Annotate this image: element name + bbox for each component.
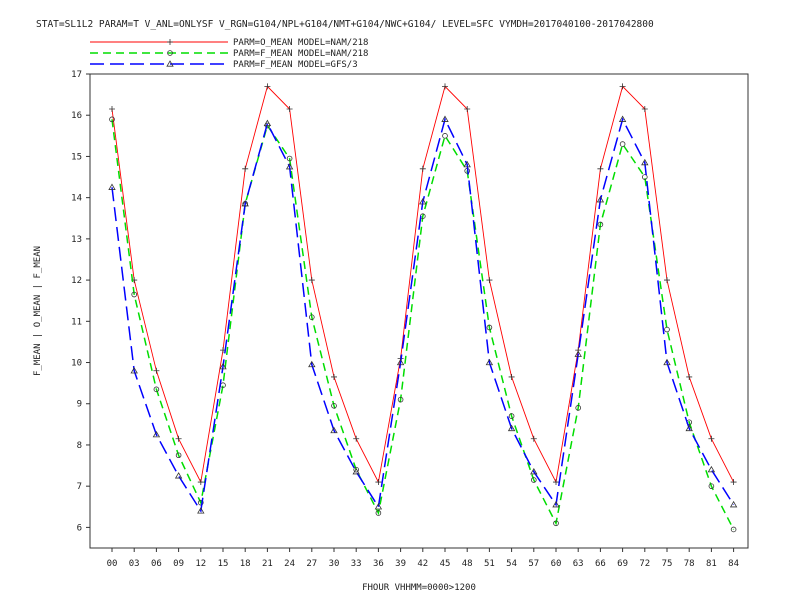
data-point (708, 435, 715, 442)
x-tick-label: 30 (329, 559, 340, 569)
x-tick-label: 60 (551, 559, 562, 569)
legend-label: PARM=F_MEAN MODEL=GFS/3 (233, 60, 358, 70)
x-tick-label: 03 (129, 559, 140, 569)
data-point (486, 277, 493, 284)
x-tick-label: 39 (395, 559, 406, 569)
y-tick-label: 16 (71, 111, 82, 121)
y-tick-label: 17 (71, 70, 82, 80)
y-tick-label: 13 (71, 235, 82, 245)
data-point (153, 367, 160, 374)
data-point (175, 435, 182, 442)
x-tick-label: 81 (706, 559, 717, 569)
y-tick-label: 9 (77, 400, 82, 410)
x-tick-label: 75 (662, 559, 673, 569)
x-tick-label: 57 (528, 559, 539, 569)
x-tick-label: 69 (617, 559, 628, 569)
data-point (575, 347, 582, 354)
y-tick-label: 11 (71, 317, 82, 327)
y-tick-label: 7 (77, 482, 82, 492)
legend-label: PARM=F_MEAN MODEL=NAM/218 (233, 49, 368, 59)
data-point (664, 277, 670, 284)
series-group (108, 83, 738, 533)
data-point (553, 479, 559, 486)
data-point (530, 435, 537, 442)
series-2 (109, 116, 737, 533)
x-tick-label: 09 (173, 559, 184, 569)
x-tick-label: 12 (195, 559, 206, 569)
data-point (109, 106, 115, 113)
data-point (331, 373, 337, 380)
x-tick-label: 66 (595, 559, 606, 569)
data-point (707, 465, 716, 473)
series-line (111, 85, 735, 484)
x-axis: 00 03 06 09 12 15 18 21 24 27 30 33 36 39 42 45 48 51 54 57… (107, 548, 739, 569)
chart-canvas: STAT=SL1L2 PARAM=T V_ANL=ONLYSF V_RGN=G1… (33, 19, 749, 593)
data-point (664, 326, 670, 333)
x-tick-label: 27 (306, 559, 317, 569)
legend-label: PARM=O_MEAN MODEL=NAM/218 (233, 38, 368, 48)
x-tick-label: 48 (462, 559, 473, 569)
x-tick-label: 72 (639, 559, 650, 569)
x-tick-label: 00 (107, 559, 118, 569)
data-point (353, 435, 360, 442)
x-tick-label: 18 (240, 559, 251, 569)
data-point (508, 373, 515, 380)
y-tick-label: 6 (77, 523, 82, 533)
data-point (308, 277, 315, 284)
x-tick-label: 06 (151, 559, 162, 569)
x-tick-label: 24 (284, 559, 295, 569)
data-point (242, 165, 249, 172)
y-tick-label: 14 (71, 194, 82, 204)
x-tick-label: 42 (417, 559, 428, 569)
series-line (111, 117, 735, 513)
y-axis: 6 7 8 9 10 11 12 13 14 15 16 17 (71, 70, 90, 533)
data-point (419, 165, 426, 172)
x-tick-label: 54 (506, 559, 517, 569)
series-line (111, 119, 735, 530)
x-tick-label: 51 (484, 559, 495, 569)
x-axis-label: FHOUR VHHMM=0000>1200 (362, 583, 476, 593)
y-tick-label: 8 (77, 441, 82, 451)
data-point (375, 479, 382, 486)
x-tick-label: 15 (218, 559, 229, 569)
x-tick-label: 63 (573, 559, 584, 569)
x-tick-label: 21 (262, 559, 273, 569)
data-point (619, 141, 626, 147)
chart-title: STAT=SL1L2 PARAM=T V_ANL=ONLYSF V_RGN=G1… (36, 19, 654, 30)
series-1 (109, 83, 737, 486)
x-tick-label: 33 (351, 559, 362, 569)
data-point (686, 373, 693, 380)
data-point (730, 479, 737, 486)
y-tick-label: 15 (71, 152, 82, 162)
y-tick-label: 10 (71, 359, 82, 369)
x-tick-label: 78 (684, 559, 695, 569)
x-tick-label: 45 (440, 559, 451, 569)
data-point (197, 479, 204, 486)
y-axis-label: F_MEAN | O_MEAN | F_MEAN (33, 246, 43, 376)
x-tick-label: 84 (728, 559, 739, 569)
legend: PARM=O_MEAN MODEL=NAM/218PARM=F_MEAN MOD… (90, 38, 368, 70)
data-point (597, 165, 604, 172)
legend-marker (167, 39, 173, 45)
x-tick-label: 36 (373, 559, 384, 569)
y-tick-label: 12 (71, 276, 82, 286)
data-point (442, 133, 448, 139)
